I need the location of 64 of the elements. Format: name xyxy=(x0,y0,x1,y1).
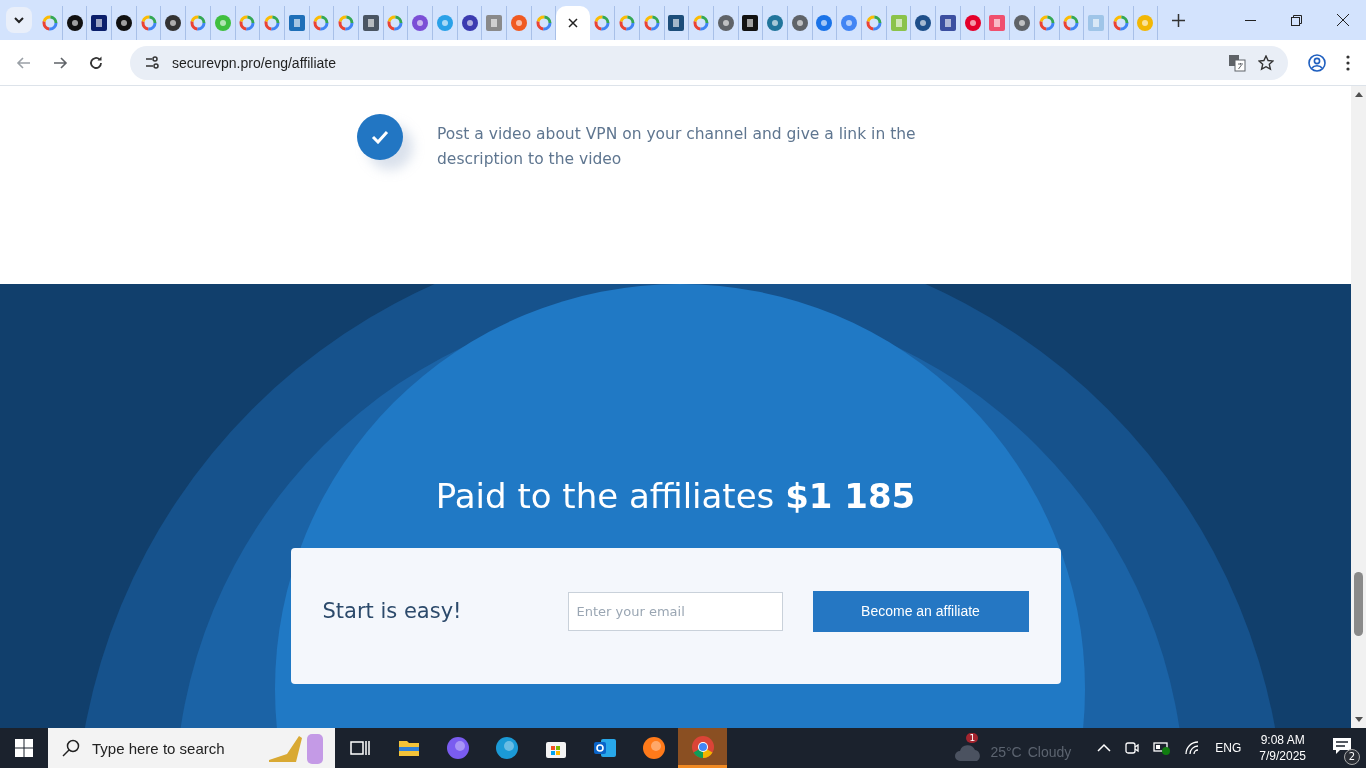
weather-condition-text: Cloudy xyxy=(1027,744,1072,760)
language-indicator[interactable]: ENG xyxy=(1215,741,1242,755)
google-favicon-icon xyxy=(643,15,660,31)
google-favicon-icon xyxy=(535,15,552,31)
site-settings-icon[interactable] xyxy=(144,54,160,71)
folder-icon xyxy=(397,739,420,757)
reload-icon[interactable] xyxy=(88,54,104,71)
camera-icon[interactable] xyxy=(1125,740,1140,756)
google-favicon-icon xyxy=(387,15,404,31)
restore-icon[interactable] xyxy=(1291,14,1302,26)
google-favicon-icon xyxy=(1112,15,1129,31)
chevron-up-icon[interactable] xyxy=(1097,743,1112,753)
back-icon[interactable] xyxy=(16,54,32,71)
task-view-icon xyxy=(349,739,370,757)
profile-icon[interactable] xyxy=(1308,53,1326,72)
close-icon[interactable] xyxy=(1337,14,1349,26)
taskbar-search-field[interactable]: Type here to search xyxy=(48,728,335,768)
chrome-icon xyxy=(690,734,715,759)
clock-date[interactable]: 7/9/2025 xyxy=(1259,748,1306,764)
close-icon[interactable] xyxy=(568,18,579,28)
scroll-down-icon[interactable] xyxy=(1354,717,1363,723)
forward-icon[interactable] xyxy=(52,54,68,71)
mail-app-icon xyxy=(592,737,617,759)
search-icon xyxy=(62,739,80,757)
google-favicon-icon xyxy=(140,15,157,31)
google-favicon-icon xyxy=(41,15,58,31)
google-favicon-icon xyxy=(1063,15,1080,31)
menu-icon[interactable] xyxy=(1346,54,1350,71)
translate-icon[interactable] xyxy=(1228,53,1246,72)
google-favicon-icon xyxy=(865,15,882,31)
battery-icon[interactable] xyxy=(1153,741,1172,755)
google-favicon-icon xyxy=(594,15,611,31)
google-favicon-icon xyxy=(313,15,330,31)
app-icon xyxy=(641,736,666,760)
app-icon xyxy=(494,736,519,760)
weather-widget[interactable]: 1 25°C Cloudy xyxy=(954,733,1072,763)
google-favicon-icon xyxy=(1038,15,1055,31)
google-favicon-icon xyxy=(189,15,206,31)
scrollbar[interactable] xyxy=(1351,86,1366,728)
weather-alert-badge: 1 xyxy=(966,733,979,743)
google-favicon-icon xyxy=(239,15,256,31)
url-text: securevpn.pro/eng/affiliate xyxy=(172,54,336,71)
search-placeholder: Type here to search xyxy=(92,739,225,757)
scrollbar-thumb[interactable] xyxy=(1354,572,1363,636)
google-favicon-icon xyxy=(618,15,635,31)
scroll-up-icon[interactable] xyxy=(1354,91,1363,97)
clock-time[interactable]: 9:08 AM xyxy=(1260,732,1305,748)
become-affiliate-button[interactable]: Become an affiliate xyxy=(812,590,1029,632)
chevron-down-icon xyxy=(13,14,25,26)
signup-title: Start is easy! xyxy=(322,599,463,623)
app-icon xyxy=(445,736,470,760)
new-tab-icon[interactable] xyxy=(1172,13,1186,27)
notification-count: 2 xyxy=(1344,749,1360,765)
google-favicon-icon xyxy=(264,15,281,31)
tab-search-button[interactable] xyxy=(6,7,32,33)
address-bar[interactable]: securevpn.pro/eng/affiliate xyxy=(130,45,1288,80)
google-favicon-icon xyxy=(693,15,710,31)
temperature-text: 25°C xyxy=(990,744,1022,760)
headline: Paid to the affiliates $1 185 xyxy=(435,476,916,516)
bookmark-star-icon[interactable] xyxy=(1258,54,1274,71)
email-field[interactable]: Enter your email xyxy=(567,591,783,631)
step-text: Post a video about VPN on your channel and give a link in the description to the video xyxy=(437,124,917,170)
windows-start-icon[interactable] xyxy=(15,739,33,757)
google-favicon-icon xyxy=(338,15,355,31)
